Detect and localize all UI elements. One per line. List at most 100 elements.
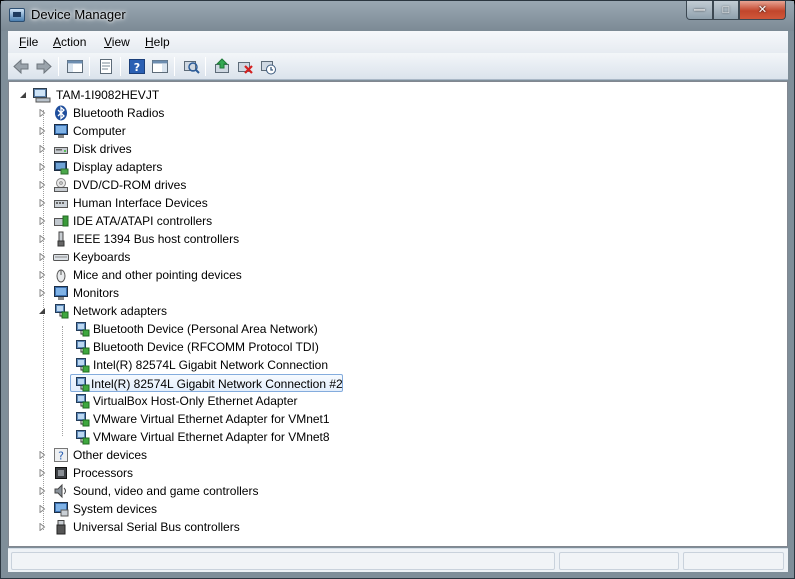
tree-category[interactable]: Universal Serial Bus controllers [38, 518, 298, 536]
collapsed-arrow-icon[interactable] [38, 109, 46, 117]
minimize-button[interactable]: — [686, 1, 713, 20]
collapsed-arrow-icon[interactable] [38, 235, 46, 243]
back-button[interactable] [12, 58, 30, 75]
tree-root-label: TAM-1I9082HEVJT [56, 88, 160, 102]
tree-category-label: Processors [73, 466, 134, 480]
network-adapter-label: Intel(R) 82574L Gigabit Network Connecti… [91, 377, 343, 391]
tree-category[interactable]: Disk drives [38, 140, 298, 158]
bluetooth-icon [55, 105, 67, 121]
network-adapter-icon [76, 430, 90, 445]
collapsed-arrow-icon[interactable] [38, 127, 46, 135]
network-adapter-item[interactable]: VirtualBox Host-Only Ethernet Adapter [72, 392, 342, 410]
menu-action-accel: A [53, 35, 62, 49]
system-devices-icon [54, 502, 69, 517]
title-bar[interactable]: Device Manager — □ ✕ [1, 1, 794, 31]
network-adapter-icon [76, 358, 90, 373]
network-adapter-item[interactable]: VMware Virtual Ethernet Adapter for VMne… [72, 428, 342, 446]
network-adapter-label: VMware Virtual Ethernet Adapter for VMne… [93, 430, 330, 444]
tree-root[interactable]: TAM-1I9082HEVJT [19, 86, 219, 104]
collapsed-arrow-icon[interactable] [38, 199, 46, 207]
action-pane-icon [152, 60, 168, 73]
show-hide-console-tree-button[interactable] [66, 58, 84, 75]
device-manager-app-icon[interactable] [9, 8, 25, 22]
update-driver-button[interactable] [213, 58, 231, 75]
uninstall-button[interactable] [236, 58, 254, 75]
collapsed-arrow-icon[interactable] [38, 469, 46, 477]
other-devices-icon: ? [54, 448, 68, 463]
maximize-button[interactable]: □ [713, 1, 739, 20]
help-icon: ? [129, 59, 145, 74]
tree-category[interactable]: Mice and other pointing devices [38, 266, 298, 284]
tree-category[interactable]: DVD/CD-ROM drives [38, 176, 298, 194]
tree-category[interactable]: Human Interface Devices [38, 194, 298, 212]
firewire-icon [57, 231, 65, 247]
collapsed-arrow-icon[interactable] [38, 271, 46, 279]
svg-text:?: ? [134, 61, 140, 74]
menu-action[interactable]: Action [53, 35, 86, 49]
collapsed-arrow-icon[interactable] [38, 163, 46, 171]
menu-view-label: iew [111, 35, 130, 49]
disk-drive-icon [54, 147, 68, 154]
network-adapter-item[interactable]: Intel(R) 82574L Gigabit Network Connecti… [72, 356, 342, 374]
tree-category[interactable]: Processors [38, 464, 298, 482]
show-hide-console-tree-icon [67, 60, 83, 73]
tree-category[interactable]: Computer [38, 122, 298, 140]
usb-icon [56, 520, 66, 535]
collapsed-arrow-icon[interactable] [38, 181, 46, 189]
scan-hardware-button[interactable] [182, 58, 200, 75]
collapsed-arrow-icon[interactable] [38, 289, 46, 297]
menu-help[interactable]: Help [145, 35, 170, 49]
computer-root-icon [33, 88, 51, 103]
collapsed-arrow-icon[interactable] [38, 451, 46, 459]
network-adapter-item-selected[interactable]: Intel(R) 82574L Gigabit Network Connecti… [70, 374, 343, 392]
uninstall-icon [238, 62, 253, 74]
network-adapter-item[interactable]: Bluetooth Device (RFCOMM Protocol TDI) [72, 338, 342, 356]
tree-category[interactable]: IEEE 1394 Bus host controllers [38, 230, 298, 248]
collapsed-arrow-icon[interactable] [38, 253, 46, 261]
tree-category[interactable]: ? Other devices [38, 446, 298, 464]
network-adapter-icon [76, 377, 90, 392]
monitor-icon [54, 286, 68, 300]
forward-button[interactable] [35, 58, 53, 75]
mouse-icon [56, 269, 66, 283]
disable-button[interactable] [259, 58, 277, 75]
menu-help-label: elp [153, 35, 170, 49]
tree-category-label: IEEE 1394 Bus host controllers [73, 232, 240, 246]
properties-button[interactable] [97, 58, 115, 75]
menu-file[interactable]: File [19, 35, 38, 49]
close-icon: ✕ [757, 4, 768, 16]
keyboard-icon [53, 254, 69, 261]
network-adapter-item[interactable]: VMware Virtual Ethernet Adapter for VMne… [72, 410, 342, 428]
tree-category[interactable]: Monitors [38, 284, 298, 302]
expanded-arrow-icon[interactable] [38, 307, 46, 315]
collapsed-arrow-icon[interactable] [38, 145, 46, 153]
collapsed-arrow-icon[interactable] [38, 505, 46, 513]
status-bar [8, 548, 788, 572]
tree-category[interactable]: Display adapters [38, 158, 298, 176]
tree-category-label: Universal Serial Bus controllers [73, 520, 240, 534]
collapsed-arrow-icon[interactable] [38, 217, 46, 225]
tree-category[interactable]: IDE ATA/ATAPI controllers [38, 212, 298, 230]
tree-category[interactable]: Keyboards [38, 248, 298, 266]
network-adapter-label: Bluetooth Device (RFCOMM Protocol TDI) [93, 340, 319, 354]
network-adapter-icon [76, 412, 90, 427]
close-button[interactable]: ✕ [739, 1, 786, 20]
help-button[interactable]: ? [128, 58, 146, 75]
processor-icon [55, 467, 67, 479]
network-adapter-item[interactable]: Bluetooth Device (Personal Area Network) [72, 320, 342, 338]
expanded-arrow-icon[interactable] [19, 91, 27, 99]
collapsed-arrow-icon[interactable] [38, 523, 46, 531]
device-tree[interactable]: TAM-1I9082HEVJT Bluetooth Radios Computer… [8, 81, 788, 547]
tree-category[interactable]: Sound, video and game controllers [38, 482, 298, 500]
tree-category[interactable]: System devices [38, 500, 298, 518]
tree-category-label: Computer [73, 124, 126, 138]
menu-view[interactable]: View [104, 35, 130, 49]
tree-category[interactable]: Network adapters [38, 302, 298, 320]
collapsed-arrow-icon[interactable] [38, 487, 46, 495]
computer-icon [54, 124, 68, 138]
action-pane-button[interactable] [151, 58, 169, 75]
tree-category-label: Monitors [73, 286, 120, 300]
properties-icon [100, 59, 112, 74]
tree-category-label: Mice and other pointing devices [73, 268, 242, 282]
tree-category[interactable]: Bluetooth Radios [38, 104, 298, 122]
